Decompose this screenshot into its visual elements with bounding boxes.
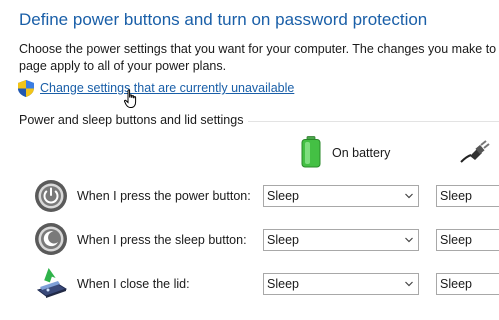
column-on-battery: On battery xyxy=(332,146,391,160)
row-label-sleep-button: When I press the sleep button: xyxy=(77,233,247,247)
section-label: Power and sleep buttons and lid settings xyxy=(19,113,244,127)
description-line-1: Choose the power settings that you want … xyxy=(19,42,497,56)
select-value: Sleep xyxy=(267,189,299,203)
description-line-2: page apply to all of your power plans. xyxy=(19,59,227,73)
select-value: Sleep xyxy=(267,233,299,247)
section-divider xyxy=(248,121,499,122)
row-label-close-lid: When I close the lid: xyxy=(77,277,190,291)
laptop-lid-icon xyxy=(36,268,68,298)
select-value: Sleep xyxy=(440,277,472,291)
chevron-down-icon xyxy=(405,237,413,243)
select-value: Sleep xyxy=(440,233,472,247)
select-value: Sleep xyxy=(267,277,299,291)
chevron-down-icon xyxy=(405,281,413,287)
sleep-button-plugged-in-select[interactable]: Sleep xyxy=(436,229,499,251)
row-label-power-button: When I press the power button: xyxy=(77,189,251,203)
power-button-icon xyxy=(35,180,67,212)
power-button-on-battery-select[interactable]: Sleep xyxy=(263,185,419,207)
page-description: Choose the power settings that you want … xyxy=(19,41,499,75)
sleep-button-on-battery-select[interactable]: Sleep xyxy=(263,229,419,251)
close-lid-plugged-in-select[interactable]: Sleep xyxy=(436,273,499,295)
sleep-button-icon xyxy=(35,223,67,255)
battery-icon xyxy=(301,136,321,168)
uac-shield-icon xyxy=(18,80,34,97)
change-settings-link[interactable]: Change settings that are currently unava… xyxy=(40,81,294,95)
select-value: Sleep xyxy=(440,189,472,203)
close-lid-on-battery-select[interactable]: Sleep xyxy=(263,273,419,295)
power-button-plugged-in-select[interactable]: Sleep xyxy=(436,185,499,207)
chevron-down-icon xyxy=(405,193,413,199)
page-title: Define power buttons and turn on passwor… xyxy=(19,10,428,29)
plug-icon xyxy=(460,140,490,163)
hand-cursor-icon xyxy=(124,89,137,108)
